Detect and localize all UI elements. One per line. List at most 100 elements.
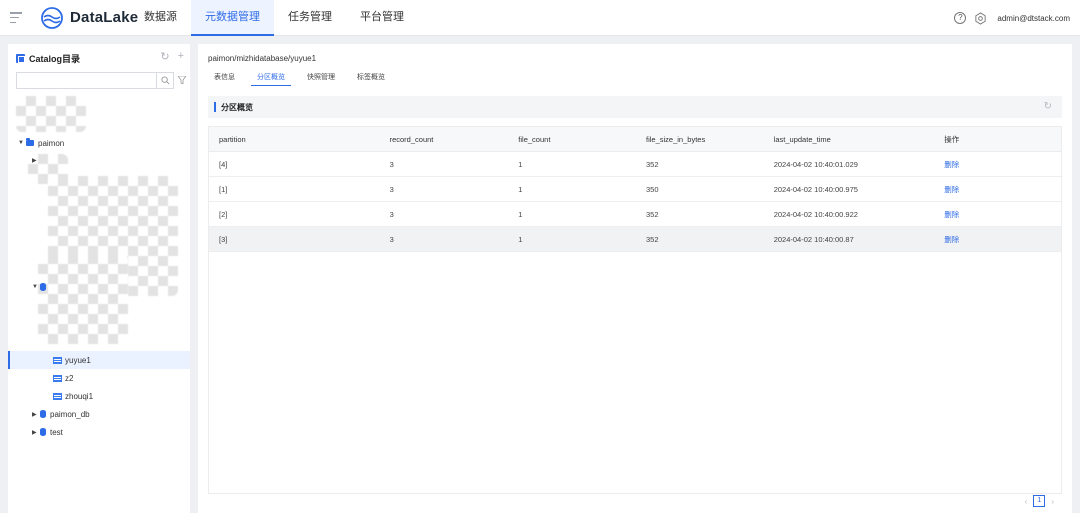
search-icon <box>161 76 170 85</box>
tree-item-z2[interactable]: z2 <box>8 369 190 387</box>
cell-partition: [1] <box>219 184 228 194</box>
column-header: record_count <box>389 134 434 144</box>
tab-tag-overview[interactable]: 标签概览 <box>351 72 391 86</box>
catalog-title-label: Catalog目录 <box>29 54 81 64</box>
column-header: last_update_time <box>773 134 831 144</box>
cell-partition: [3] <box>219 234 228 244</box>
cell-record-count: 3 <box>389 184 394 194</box>
column-header: file_size_in_bytes <box>646 134 706 144</box>
next-page-icon[interactable]: › <box>1051 497 1054 506</box>
cell-record-count: 3 <box>389 209 394 219</box>
section-header: 分区概览 ↻ <box>208 96 1062 118</box>
cell-file-size: 352 <box>646 209 659 219</box>
cell-file-count: 1 <box>518 234 523 244</box>
refresh-icon[interactable]: ↻ <box>160 50 169 63</box>
cell-record-count: 3 <box>389 234 394 244</box>
cell-record-count: 3 <box>389 159 394 169</box>
cell-last-update: 2024-04-02 10:40:00.922 <box>773 209 858 219</box>
cell-file-count: 1 <box>518 184 523 194</box>
tree-item-label: test <box>50 427 63 437</box>
table-row: [3] 3 1 352 2024-04-02 10:40:00.87 删除 <box>209 227 1061 252</box>
menu-icon[interactable] <box>10 12 22 23</box>
section-accent-bar <box>214 102 216 112</box>
tree-item-label: paimon_db <box>50 409 90 419</box>
delete-link[interactable]: 删除 <box>934 159 1061 170</box>
tree-item-zhouqi1[interactable]: zhouqi1 <box>8 387 190 405</box>
table-icon <box>53 356 62 364</box>
cell-file-count: 1 <box>518 209 523 219</box>
tree-item-collapsed[interactable]: ▶ <box>8 151 190 169</box>
table-row: [1] 3 1 350 2024-04-02 10:40:00.975 删除 <box>209 177 1061 202</box>
cell-file-count: 1 <box>518 159 523 169</box>
catalog-sidebar: Catalog目录 ↻ + ▼ paimon ▶ ▼ yuyue1 z2 zho… <box>8 44 190 513</box>
cell-last-update: 2024-04-02 10:40:00.975 <box>773 184 858 194</box>
cell-file-size: 352 <box>646 159 659 169</box>
cell-last-update: 2024-04-02 10:40:00.87 <box>773 234 854 244</box>
tree-item-yuyue1[interactable]: yuyue1 <box>8 351 190 369</box>
column-header: file_count <box>518 134 551 144</box>
cell-file-size: 352 <box>646 234 659 244</box>
database-icon <box>40 428 46 436</box>
folder-icon <box>26 138 34 146</box>
tab-table-info[interactable]: 表信息 <box>208 72 241 86</box>
cell-partition: [4] <box>219 159 228 169</box>
tree-item-label: z2 <box>65 373 74 383</box>
caret-right-icon[interactable]: ▶ <box>32 429 38 436</box>
cell-file-size: 350 <box>646 184 659 194</box>
caret-right-icon[interactable]: ▶ <box>32 411 38 418</box>
obscured-region <box>38 254 128 344</box>
sidebar-actions: ↻ + <box>160 50 184 63</box>
table-header: partition record_count file_count file_s… <box>209 127 1061 152</box>
page-number[interactable]: 1 <box>1033 495 1046 507</box>
gear-icon[interactable] <box>974 11 987 25</box>
nav-metadata[interactable]: 元数据管理 <box>191 0 274 36</box>
database-icon <box>40 283 46 291</box>
filter-icon[interactable] <box>178 76 186 84</box>
database-icon <box>40 410 46 418</box>
nav-datasource[interactable]: 数据源 <box>130 0 191 36</box>
tree-item-test[interactable]: ▶ test <box>8 423 190 441</box>
prev-page-icon[interactable]: ‹ <box>1025 497 1028 506</box>
detail-tabs: 表信息 分区概览 快照管理 标签概览 <box>208 72 401 86</box>
tree-item-expanded[interactable]: ▼ <box>8 278 190 296</box>
breadcrumb: paimon/mizhidatabase/yuyue1 <box>208 54 317 63</box>
cell-last-update: 2024-04-02 10:40:01.029 <box>773 159 858 169</box>
caret-down-icon[interactable]: ▼ <box>18 140 24 146</box>
main-nav: 数据源 元数据管理 任务管理 平台管理 <box>130 0 418 36</box>
delete-link[interactable]: 删除 <box>934 234 1061 245</box>
partition-table: partition record_count file_count file_s… <box>208 126 1062 494</box>
nav-tasks[interactable]: 任务管理 <box>274 0 346 36</box>
main-panel: paimon/mizhidatabase/yuyue1 表信息 分区概览 快照管… <box>198 44 1072 513</box>
delete-link[interactable]: 删除 <box>934 209 1061 220</box>
datalake-logo-icon <box>41 7 63 29</box>
user-email[interactable]: admin@dtstack.com <box>997 14 1070 23</box>
add-icon[interactable]: + <box>178 50 184 63</box>
caret-down-icon[interactable]: ▼ <box>32 284 38 290</box>
column-header: partition <box>219 134 246 144</box>
tab-partition-overview[interactable]: 分区概览 <box>251 72 291 86</box>
refresh-icon[interactable]: ↻ <box>1044 101 1052 112</box>
tree-item-paimon[interactable]: ▼ paimon <box>8 134 190 152</box>
pagination: ‹ 1 › <box>1025 495 1054 507</box>
search-button[interactable] <box>156 73 173 88</box>
tab-snapshot-management[interactable]: 快照管理 <box>301 72 341 86</box>
help-icon[interactable]: ? <box>954 12 967 24</box>
catalog-search-input[interactable] <box>16 72 174 89</box>
brand-name: DataLake <box>70 9 139 26</box>
nav-platform[interactable]: 平台管理 <box>346 0 418 36</box>
obscured-region <box>16 96 86 132</box>
section-title: 分区概览 <box>221 103 253 112</box>
table-icon <box>53 392 62 400</box>
header-right: ? admin@dtstack.com <box>954 0 1070 36</box>
table-row: [4] 3 1 352 2024-04-02 10:40:01.029 删除 <box>209 152 1061 177</box>
cell-partition: [2] <box>219 209 228 219</box>
catalog-icon <box>16 54 25 63</box>
tree-item-label: yuyue1 <box>65 355 91 365</box>
tree-item-paimon-db[interactable]: ▶ paimon_db <box>8 405 190 423</box>
delete-link[interactable]: 删除 <box>934 184 1061 195</box>
table-row: [2] 3 1 352 2024-04-02 10:40:00.922 删除 <box>209 202 1061 227</box>
table-icon <box>53 374 62 382</box>
tree-item-label: zhouqi1 <box>65 391 94 401</box>
caret-right-icon[interactable]: ▶ <box>32 157 38 164</box>
column-header: 操作 <box>944 134 960 144</box>
